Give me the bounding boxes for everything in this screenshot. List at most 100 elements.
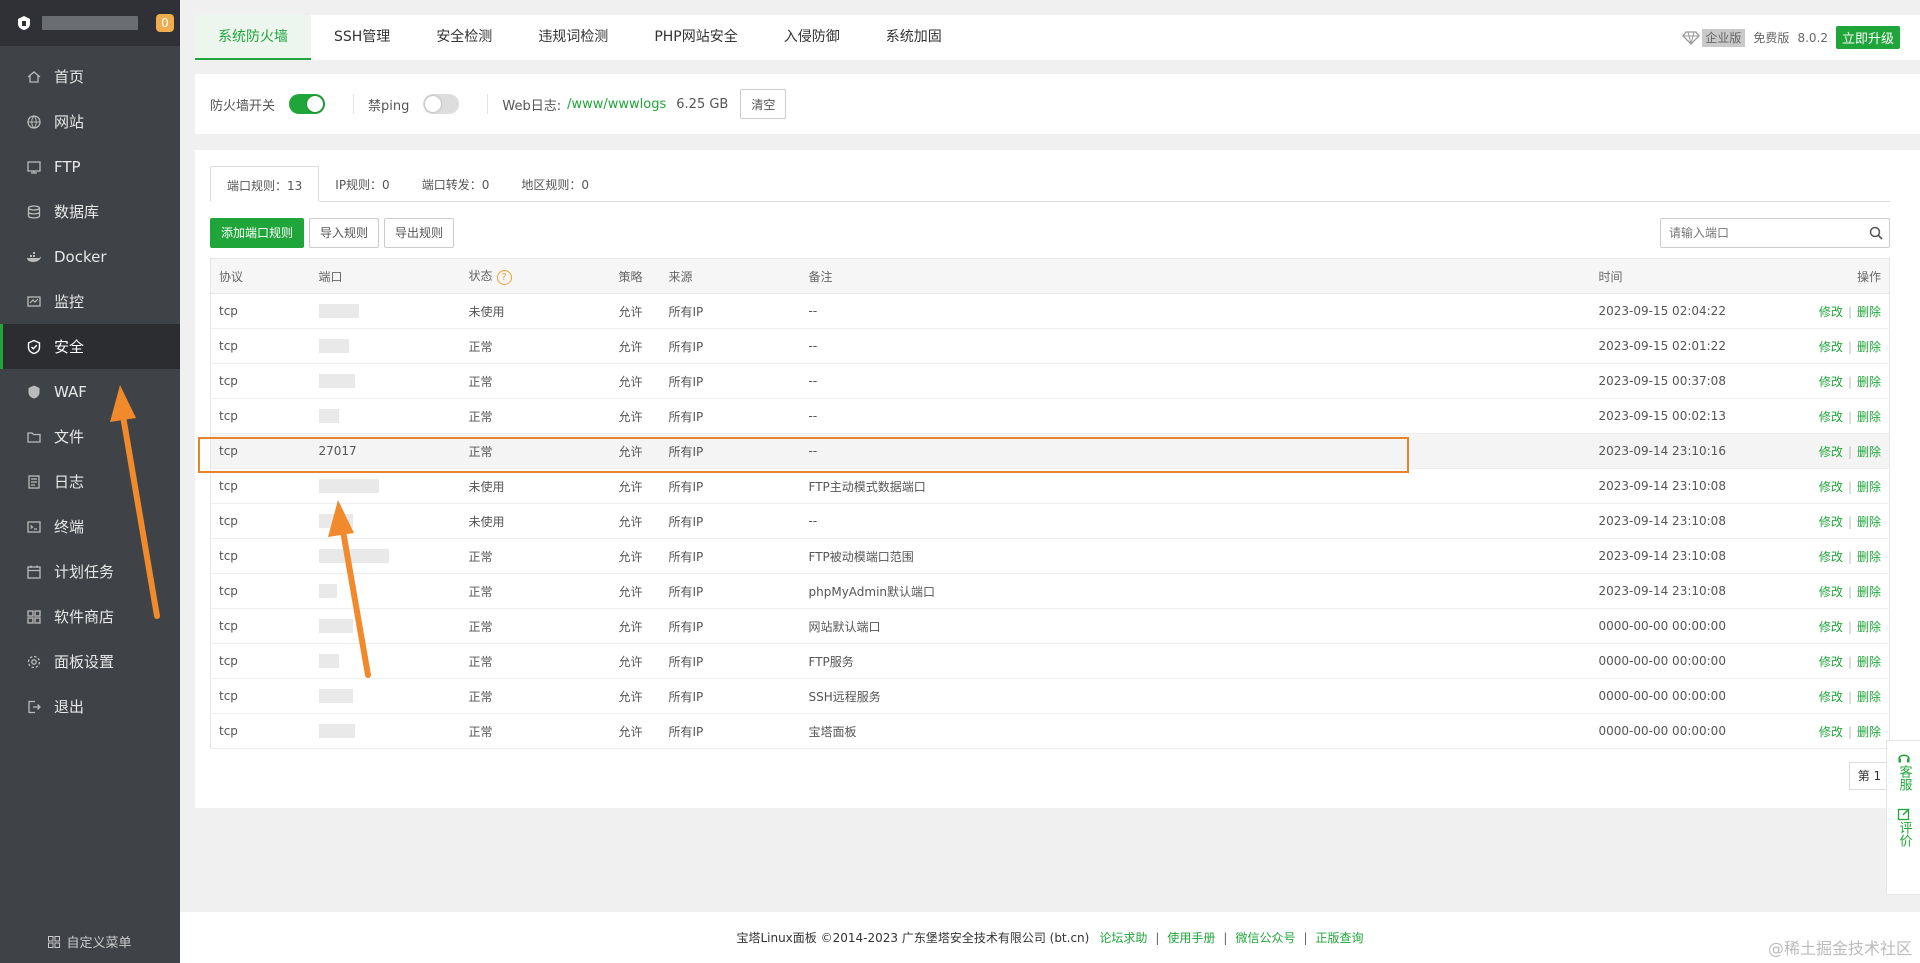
edit-rule-link[interactable]: 修改: [1819, 515, 1843, 529]
cell-status: 正常: [460, 608, 611, 644]
footer-link-1[interactable]: 使用手册: [1167, 931, 1215, 945]
cell-note[interactable]: FTP主动模式数据端口: [800, 468, 1591, 504]
table-row: tcp 正常 允许 所有IP -- 2023-09-15 00:02:13 修改 | 删除: [210, 398, 1890, 434]
sidebar-item-label: 网站: [54, 113, 85, 131]
sidebar-item-5[interactable]: 监控: [0, 279, 180, 324]
sidebar-item-6[interactable]: 安全: [0, 324, 180, 369]
cell-actions: 修改 | 删除: [1770, 328, 1890, 364]
tab-security-4[interactable]: PHP网站安全: [631, 15, 760, 60]
delete-rule-link[interactable]: 删除: [1857, 375, 1881, 389]
footer-link-3[interactable]: 正版查询: [1316, 931, 1364, 945]
tab-security-6[interactable]: 系统加固: [863, 15, 965, 60]
sidebar-item-13[interactable]: 面板设置: [0, 639, 180, 684]
cell-note[interactable]: --: [800, 363, 1591, 399]
sidebar-item-14[interactable]: 退出: [0, 684, 180, 729]
cell-note[interactable]: phpMyAdmin默认端口: [800, 573, 1591, 609]
tab-rule-1[interactable]: IP规则：0: [319, 166, 405, 202]
cell-note[interactable]: SSH远程服务: [800, 678, 1591, 714]
log-icon: [26, 474, 42, 490]
help-icon[interactable]: ?: [496, 270, 512, 285]
sidebar-item-4[interactable]: Docker: [0, 234, 180, 279]
clear-logs-button[interactable]: 清空: [740, 89, 787, 119]
tab-rule-0[interactable]: 端口规则：13: [210, 166, 320, 202]
upgrade-button[interactable]: 立即升级: [1835, 26, 1900, 49]
cell-port: [310, 293, 461, 329]
cell-policy: 允许: [610, 713, 661, 749]
edit-rule-link[interactable]: 修改: [1819, 550, 1843, 564]
folder-icon: [26, 429, 42, 445]
tab-security-3[interactable]: 违规词检测: [515, 15, 631, 60]
tab-security-1[interactable]: SSH管理: [311, 15, 413, 60]
cell-time: 0000-00-00 00:00:00: [1590, 678, 1771, 714]
edit-rule-link[interactable]: 修改: [1819, 410, 1843, 424]
cell-actions: 修改 | 删除: [1770, 398, 1890, 434]
delete-rule-link[interactable]: 删除: [1857, 655, 1881, 669]
sidebar-item-3[interactable]: 数据库: [0, 189, 180, 234]
delete-rule-link[interactable]: 删除: [1857, 480, 1881, 494]
cell-policy: 允许: [610, 398, 661, 434]
edit-rule-link[interactable]: 修改: [1819, 480, 1843, 494]
add-port-rule-button[interactable]: 添加端口规则: [210, 218, 305, 248]
footer-link-2[interactable]: 微信公众号: [1235, 931, 1295, 945]
sidebar-item-label: 软件商店: [54, 608, 115, 626]
search-icon[interactable]: [1863, 226, 1889, 240]
delete-rule-link[interactable]: 删除: [1857, 340, 1881, 354]
edit-rule-link[interactable]: 修改: [1819, 690, 1843, 704]
edit-rule-link[interactable]: 修改: [1819, 305, 1843, 319]
delete-rule-link[interactable]: 删除: [1857, 445, 1881, 459]
tab-security-5[interactable]: 入侵防御: [761, 15, 863, 60]
cell-note[interactable]: --: [800, 328, 1591, 364]
cell-note[interactable]: 网站默认端口: [800, 608, 1591, 644]
edit-rule-link[interactable]: 修改: [1819, 375, 1843, 389]
enterprise-badge[interactable]: 企业版: [1680, 26, 1746, 49]
delete-rule-link[interactable]: 删除: [1857, 690, 1881, 704]
sidebar-item-2[interactable]: FTP: [0, 144, 180, 189]
action-separator: |: [1847, 689, 1852, 704]
cell-note[interactable]: 宝塔面板: [800, 713, 1591, 749]
delete-rule-link[interactable]: 删除: [1857, 550, 1881, 564]
sidebar-item-label: Docker: [54, 247, 107, 266]
sidebar-item-1[interactable]: 网站: [0, 99, 180, 144]
enterprise-label: 企业版: [1705, 31, 1742, 45]
port-rules-table: 协议 端口 状态? 策略 来源 备注 时间 操作 tcp 未使用 允许 所有IP -- 2…: [210, 258, 1890, 749]
waf-shield-icon: [26, 384, 42, 400]
ping-toggle[interactable]: [423, 94, 460, 114]
cell-note[interactable]: FTP服务: [800, 643, 1591, 679]
edit-rule-link[interactable]: 修改: [1819, 655, 1843, 669]
cell-note[interactable]: FTP被动模端口范围: [800, 538, 1591, 574]
delete-rule-link[interactable]: 删除: [1857, 410, 1881, 424]
cell-note[interactable]: --: [800, 293, 1591, 329]
cell-actions: 修改 | 删除: [1770, 433, 1890, 469]
cell-time: 2023-09-15 02:04:22: [1590, 293, 1771, 329]
custom-menu-button[interactable]: 自定义菜单: [0, 932, 180, 951]
review-button[interactable]: 评价: [1896, 791, 1912, 847]
sidebar-item-0[interactable]: 首页: [0, 54, 180, 99]
tab-rule-3[interactable]: 地区规则：0: [505, 166, 605, 202]
delete-rule-link[interactable]: 删除: [1857, 725, 1881, 739]
footer-link-0[interactable]: 论坛求助: [1099, 931, 1147, 945]
edit-rule-link[interactable]: 修改: [1819, 725, 1843, 739]
firewall-toggle[interactable]: [289, 94, 326, 114]
customer-service-button[interactable]: 客服: [1896, 741, 1912, 791]
edit-rule-link[interactable]: 修改: [1819, 620, 1843, 634]
cell-protocol: tcp: [210, 293, 311, 329]
cell-note[interactable]: --: [800, 398, 1591, 434]
weblog-path-link[interactable]: /www/wwwlogs: [567, 97, 666, 112]
export-rules-button[interactable]: 导出规则: [384, 218, 455, 248]
edit-rule-link[interactable]: 修改: [1819, 585, 1843, 599]
delete-rule-link[interactable]: 删除: [1857, 620, 1881, 634]
tab-security-0[interactable]: 系统防火墙: [195, 15, 311, 60]
delete-rule-link[interactable]: 删除: [1857, 515, 1881, 529]
edit-rule-link[interactable]: 修改: [1819, 340, 1843, 354]
table-header-row: 协议 端口 状态? 策略 来源 备注 时间 操作: [210, 258, 1890, 294]
tab-rule-2[interactable]: 端口转发：0: [406, 166, 506, 202]
th-protocol: 协议: [210, 258, 311, 294]
cell-note[interactable]: --: [800, 503, 1591, 539]
notification-badge[interactable]: 0: [156, 14, 174, 32]
edit-rule-link[interactable]: 修改: [1819, 445, 1843, 459]
delete-rule-link[interactable]: 删除: [1857, 585, 1881, 599]
delete-rule-link[interactable]: 删除: [1857, 305, 1881, 319]
port-search-input[interactable]: [1661, 219, 1863, 247]
tab-security-2[interactable]: 安全检测: [413, 15, 515, 60]
import-rules-button[interactable]: 导入规则: [309, 218, 380, 248]
